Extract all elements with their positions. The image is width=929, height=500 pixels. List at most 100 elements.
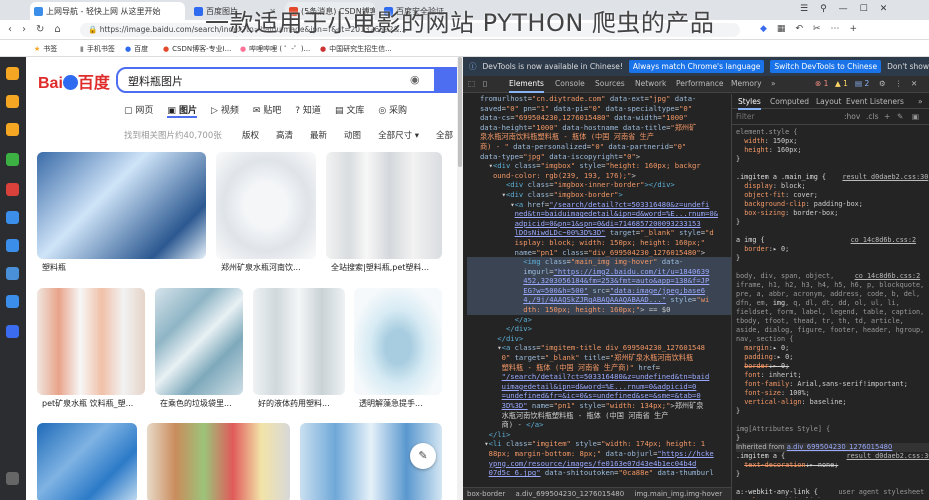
undo-icon[interactable]: ↶	[795, 24, 803, 34]
sidebar-app-icon[interactable]	[6, 95, 19, 108]
hover-state-toggle[interactable]: :hov	[844, 112, 860, 121]
image-caption[interactable]: pet矿泉水瓶 饮料瓶_塑...	[42, 398, 147, 409]
match-language-button[interactable]: Always match Chrome's language	[628, 60, 765, 73]
grid-icon[interactable]: ▦	[777, 24, 786, 34]
more-tabs-icon[interactable]: »	[771, 79, 776, 88]
tab-wenku[interactable]: ▤ 文库	[335, 103, 364, 118]
filter-copyright[interactable]: 版权	[242, 129, 259, 141]
sidebar-app-icon[interactable]	[6, 123, 19, 136]
dom-line-selected[interactable]: imgurl="https://img2.baidu.com/it/u=1840…	[467, 266, 731, 277]
weibo-icon[interactable]	[6, 183, 19, 196]
tab-navigation[interactable]: 上网导航 - 轻快上网 从这里开始	[30, 2, 185, 20]
close-window-icon[interactable]: ✕	[880, 4, 888, 14]
baidu-logo[interactable]: Bai 百度	[38, 69, 110, 93]
filter-hd[interactable]: 高清	[276, 129, 293, 141]
image-thumbnail[interactable]	[37, 423, 137, 500]
add-rule-icon[interactable]: +	[884, 112, 890, 121]
image-thumbnail[interactable]	[155, 288, 243, 395]
minimize-icon[interactable]: —	[839, 4, 848, 14]
scrollbar-thumb[interactable]	[458, 57, 462, 167]
breadcrumb-item[interactable]: box-border	[467, 490, 505, 498]
dom-line-selected[interactable]: dth: 150px; height: 160px;"> == $0	[467, 305, 731, 315]
image-caption[interactable]: 透明解藻急提手...	[359, 398, 443, 409]
search-box[interactable]: 塑料瓶图片 ◉	[116, 67, 436, 93]
tab-computed[interactable]: Computed	[770, 97, 809, 106]
image-caption[interactable]: 好的液体药用塑料...	[258, 398, 346, 409]
image-thumbnail[interactable]	[147, 423, 290, 500]
dom-line-selected[interactable]: 452,3203056184&fm=253&fmt=auto&app=138&f…	[467, 276, 731, 286]
breadcrumb-item[interactable]: img.main_img.img-hover	[634, 490, 722, 498]
bookmark-item[interactable]: ● 哔哩哔哩 ( ゜-゜)...	[240, 44, 310, 54]
kebab-icon[interactable]: ⋮	[895, 79, 903, 88]
warning-badge[interactable]: ▲ 1	[835, 79, 848, 88]
tab-layout[interactable]: Layout	[816, 97, 842, 106]
image-caption[interactable]: 在乘色的垃圾袋里...	[160, 398, 244, 409]
info-badge[interactable]: ▤ 2	[855, 79, 869, 88]
filter-all[interactable]: 全部	[436, 129, 453, 141]
sidebar-app-icon[interactable]	[6, 295, 19, 308]
filter-gif[interactable]: 动图	[344, 129, 361, 141]
sidebar-app-icon[interactable]	[6, 239, 19, 252]
tab-elements[interactable]: Elements	[509, 79, 544, 93]
class-toggle[interactable]: .cls	[866, 112, 879, 121]
image-thumbnail[interactable]	[216, 152, 316, 259]
dont-show-button[interactable]: Don't show again	[887, 62, 929, 71]
image-thumbnail[interactable]	[354, 288, 442, 395]
sidebar-app-icon[interactable]	[6, 67, 19, 80]
gear-icon[interactable]: ⚙	[879, 79, 886, 88]
sidebar-app-icon[interactable]	[6, 325, 19, 338]
bookmark-item[interactable]: ● 百度	[125, 44, 148, 54]
back-icon[interactable]: ‹	[8, 24, 12, 35]
tab-event-listeners[interactable]: Event Listeners	[846, 97, 904, 106]
sidebar-toggle-icon[interactable]: ▣	[912, 112, 919, 121]
dom-tree[interactable]: fromurlhost="cn.diytrade.com" data-ext="…	[463, 94, 731, 486]
scissors-icon[interactable]: ✂	[813, 24, 821, 34]
error-badge[interactable]: ⊗ 1	[815, 79, 828, 88]
bookmark-item[interactable]: ▮ 手机书签	[80, 44, 115, 54]
image-caption[interactable]: 郑州矿泉水瓶河南饮...	[221, 262, 313, 273]
close-devtools-icon[interactable]: ✕	[911, 79, 917, 88]
settings-icon[interactable]	[6, 472, 19, 485]
image-thumbnail[interactable]	[253, 288, 345, 395]
bookmark-item[interactable]: ● CSDN博客-专业I...	[163, 44, 231, 54]
wechat-icon[interactable]	[6, 153, 19, 166]
more-icon[interactable]: ⋯	[831, 24, 840, 34]
dom-line-selected[interactable]: EG?w=500&h=500" src="data:image/jpeg;bas…	[467, 285, 731, 296]
search-input[interactable]: 塑料瓶图片	[128, 73, 183, 89]
device-icon[interactable]: ▯	[483, 79, 487, 88]
tab-memory[interactable]: Memory	[731, 79, 762, 88]
paint-icon[interactable]: ✎	[897, 112, 903, 121]
edit-icon[interactable]: ✎	[410, 443, 436, 469]
home-icon[interactable]: ⌂	[54, 24, 60, 35]
tab-console[interactable]: Console	[555, 79, 585, 88]
tab-web[interactable]: ▢ 网页	[124, 103, 153, 118]
switch-chinese-button[interactable]: Switch DevTools to Chinese	[770, 60, 882, 73]
tab-network[interactable]: Network	[635, 79, 666, 88]
image-caption[interactable]: 塑料瓶	[42, 262, 202, 273]
bookmark-item[interactable]: ● 中国研究生招生信...	[320, 44, 392, 54]
extension-icon[interactable]: ◆	[760, 24, 767, 34]
add-icon[interactable]: +	[850, 24, 858, 34]
forward-icon[interactable]: ›	[22, 24, 26, 35]
menu-icon[interactable]: ☰	[800, 4, 808, 14]
tab-images[interactable]: ▣ 图片	[167, 103, 198, 118]
bookmark-item[interactable]: ★ 书签	[34, 44, 57, 54]
dom-line-selected[interactable]: <img class="main_img img-hover" data-	[467, 257, 731, 267]
filter-latest[interactable]: 最新	[310, 129, 327, 141]
tab-purchase[interactable]: ◎ 采购	[378, 103, 407, 118]
sidebar-app-icon[interactable]	[6, 211, 19, 224]
styles-rules[interactable]: element.style { width: 150px; height: 16…	[736, 128, 929, 498]
styles-filter-input[interactable]	[736, 111, 836, 122]
image-thumbnail[interactable]	[37, 152, 206, 259]
tab-performance[interactable]: Performance	[676, 79, 724, 88]
dom-line-selected[interactable]: 4,/9j/4AAQSkZJRgABAQAAAQABAAD..." style=…	[467, 295, 731, 306]
tab-sources[interactable]: Sources	[595, 79, 625, 88]
image-thumbnail[interactable]	[37, 288, 145, 395]
image-thumbnail[interactable]	[326, 152, 442, 259]
filter-size[interactable]: 全部尺寸 ▾	[378, 129, 419, 141]
tab-zhidao[interactable]: ? 知道	[295, 103, 321, 118]
sidebar-app-icon[interactable]	[6, 267, 19, 280]
tab-video[interactable]: ▷ 视频	[211, 103, 239, 118]
reload-icon[interactable]: ↻	[36, 24, 44, 35]
inspect-icon[interactable]: ⬚	[468, 79, 475, 88]
